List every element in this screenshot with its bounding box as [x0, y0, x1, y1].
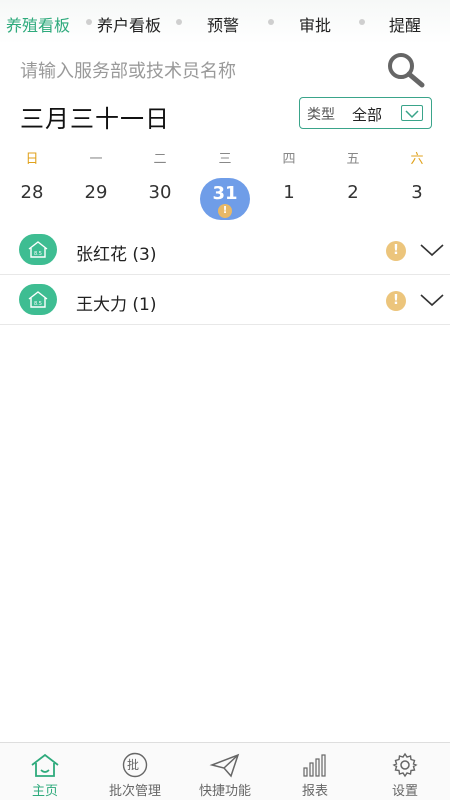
top-tab-bar: 养殖看板 养户看板 预警 审批 提醒	[0, 0, 450, 44]
tab-separator-dot	[176, 19, 182, 25]
search-icon	[388, 53, 425, 88]
chevron-down-icon[interactable]	[418, 292, 446, 308]
tab-breeding-board[interactable]: 养殖看板	[6, 12, 70, 36]
tab-warning[interactable]: 预警	[207, 12, 239, 36]
list-item[interactable]: 8.5 张红花 (3) !	[0, 225, 450, 275]
nav-batch-label: 批次管理	[108, 784, 161, 799]
tab-separator-dot	[359, 19, 365, 25]
batch-icon-glyph: 批	[127, 758, 140, 772]
search-input[interactable]	[20, 56, 370, 86]
gear-icon	[392, 752, 418, 778]
weekday-thursday: 四	[282, 152, 296, 167]
alert-icon: !	[386, 241, 406, 261]
house-icon: 8.5	[19, 234, 57, 265]
type-filter-value: 全部	[352, 106, 383, 124]
technician-name: 王大力 (1)	[76, 295, 157, 315]
calendar-day[interactable]: 2	[331, 182, 375, 203]
svg-text:8.5: 8.5	[34, 301, 42, 307]
calendar-day[interactable]: 3	[395, 182, 439, 203]
nav-home[interactable]: 主页	[0, 743, 90, 800]
tab-approval[interactable]: 审批	[299, 12, 331, 36]
alert-icon: !	[386, 291, 406, 311]
nav-reports[interactable]: 报表	[270, 743, 360, 800]
list-item[interactable]: 8.5 王大力 (1) !	[0, 275, 450, 325]
paper-plane-icon	[209, 753, 240, 778]
nav-quick-functions[interactable]: 快捷功能	[180, 743, 270, 800]
weekday-saturday: 六	[410, 152, 424, 167]
tab-reminder[interactable]: 提醒	[389, 12, 421, 36]
bottom-navigation: 主页 批 批次管理 快捷功能 报表 设置	[0, 742, 450, 800]
nav-home-label: 主页	[31, 784, 58, 799]
current-date-title: 三月三十一日	[20, 105, 170, 133]
weekday-friday: 五	[346, 152, 360, 167]
dropdown-caret-icon	[401, 105, 423, 121]
type-filter-dropdown[interactable]: 类型 全部	[299, 97, 432, 129]
svg-text:8.5: 8.5	[34, 251, 42, 257]
nav-quick-label: 快捷功能	[198, 784, 251, 799]
nav-reports-label: 报表	[301, 784, 328, 799]
alert-icon: !	[218, 204, 232, 218]
technician-name: 张红花 (3)	[76, 245, 157, 265]
search-button[interactable]	[384, 50, 428, 90]
home-icon	[31, 753, 59, 777]
tab-separator-dot	[268, 19, 274, 25]
calendar-day[interactable]: 1	[267, 182, 311, 203]
tab-separator-dot	[86, 19, 92, 25]
nav-settings-label: 设置	[391, 784, 418, 799]
tab-farmer-board[interactable]: 养户看板	[97, 12, 161, 36]
calendar-day[interactable]: 28	[10, 182, 54, 203]
nav-settings[interactable]: 设置	[360, 743, 450, 800]
weekday-wednesday: 三	[218, 152, 232, 167]
selected-day-number: 31	[212, 183, 238, 204]
weekday-monday: 一	[89, 152, 103, 167]
type-filter-label: 类型	[307, 107, 335, 123]
bar-chart-icon	[303, 754, 326, 777]
weekday-sunday: 日	[25, 152, 39, 167]
calendar-day[interactable]: 30	[138, 182, 182, 203]
chevron-down-icon[interactable]	[418, 242, 446, 258]
weekday-tuesday: 二	[153, 152, 167, 167]
calendar-day-selected[interactable]: 31 !	[200, 178, 250, 220]
calendar-day[interactable]: 29	[74, 182, 118, 203]
nav-batch-management[interactable]: 批 批次管理	[90, 743, 180, 800]
house-icon: 8.5	[19, 284, 57, 315]
